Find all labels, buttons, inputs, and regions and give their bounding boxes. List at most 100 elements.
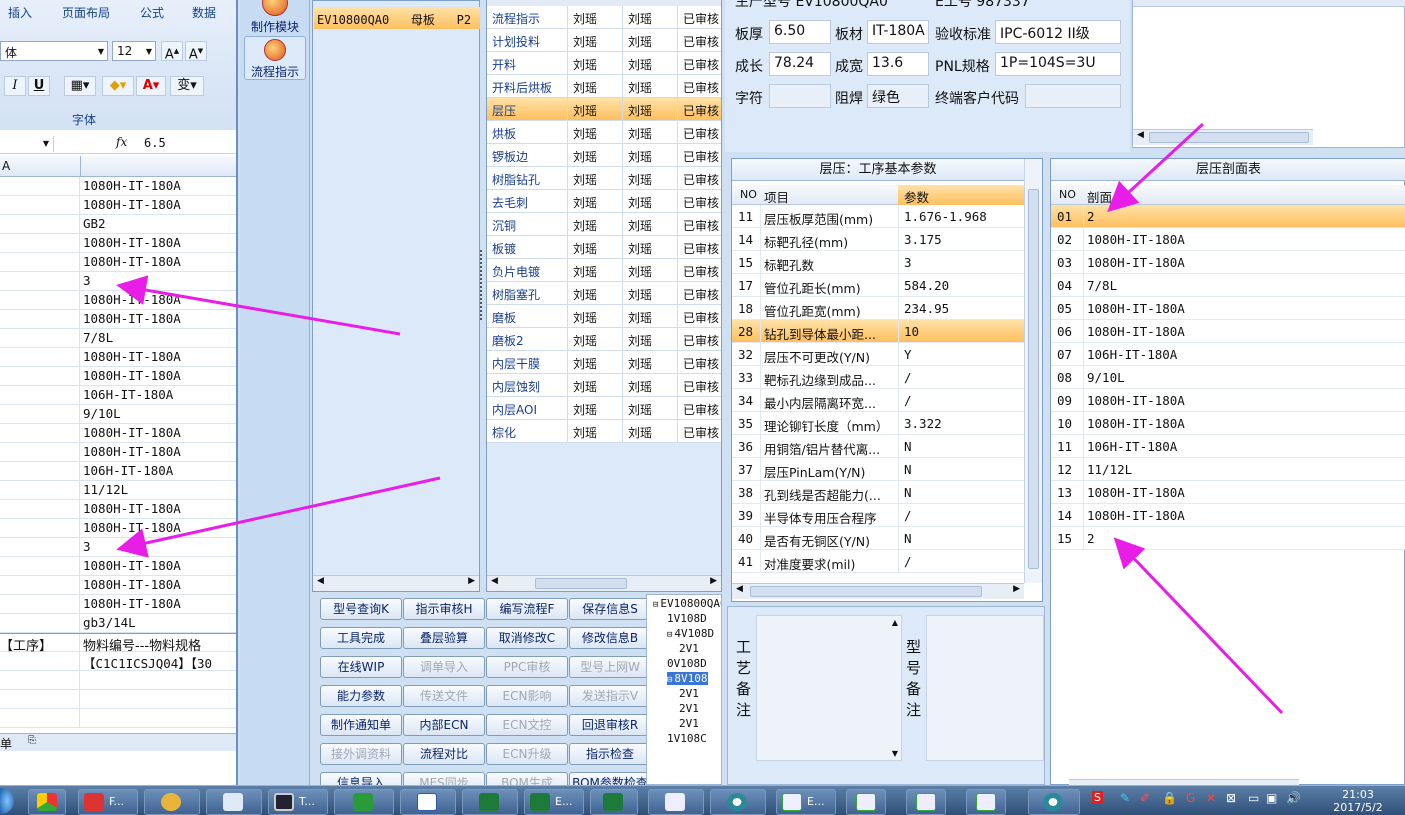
fill-color-button[interactable]: ◆▾: [102, 76, 134, 96]
cell-b[interactable]: 7/8L: [83, 330, 113, 345]
action-button[interactable]: 取消修改C: [486, 627, 568, 649]
table-row[interactable]: 15 标靶孔数 3: [732, 251, 1024, 274]
cell-b[interactable]: 1080H-IT-180A: [83, 178, 181, 193]
table-row[interactable]: 06 1080H-IT-180A: [1051, 320, 1405, 343]
cell-a[interactable]: [0, 500, 80, 519]
taskbar-app-1[interactable]: F...: [78, 789, 138, 815]
font-color-button[interactable]: A▾: [136, 76, 166, 96]
action-button[interactable]: 叠层验算: [403, 627, 485, 649]
list-item[interactable]: 流程指示 刘瑶 刘瑶 已审核: [487, 6, 721, 29]
table-row[interactable]: 36 用铜箔/铝片替代离... N: [732, 435, 1024, 458]
scroll-down-icon[interactable]: ▼: [892, 749, 898, 758]
taskbar-app-3[interactable]: E...: [524, 789, 584, 815]
list-item[interactable]: 烘板 刘瑶 刘瑶 已审核: [487, 121, 721, 144]
table-row[interactable]: 39 半导体专用压合程序 /: [732, 504, 1024, 527]
collapse-icon[interactable]: ⊟: [653, 600, 658, 610]
cell-a[interactable]: [0, 196, 80, 215]
border-button[interactable]: ▦▾: [64, 76, 96, 96]
action-button[interactable]: ECN文控: [486, 714, 568, 736]
action-button[interactable]: 回退审核R: [569, 714, 651, 736]
action-button[interactable]: 型号上网W: [569, 656, 651, 678]
col-no[interactable]: NO: [1059, 188, 1076, 201]
table-row[interactable]: 05 1080H-IT-180A: [1051, 297, 1405, 320]
cell-b[interactable]: 3: [83, 273, 91, 288]
cell-b[interactable]: 9/10L: [83, 406, 121, 421]
cell-a[interactable]: [0, 538, 80, 557]
sheet-tab[interactable]: 单: [0, 735, 12, 752]
list-item[interactable]: 棕化 刘瑶 刘瑶 已审核: [487, 420, 721, 443]
tree-node[interactable]: ⊟ EV10800QA0: [653, 597, 721, 610]
shrink-font-button[interactable]: A▼: [185, 41, 207, 62]
taskbar-app-doc[interactable]: [206, 789, 262, 815]
cell-a[interactable]: [0, 310, 80, 329]
table-row[interactable]: 37 层压PinLam(Y/N) N: [732, 458, 1024, 481]
action-button[interactable]: 流程对比: [403, 743, 485, 765]
action-button[interactable]: 型号查询K: [320, 598, 402, 620]
pc-icon[interactable]: ▣: [1266, 791, 1277, 805]
cell-a[interactable]: [0, 291, 80, 310]
tree-node[interactable]: 2V1: [679, 702, 699, 715]
horizontal-scrollbar[interactable]: ◀ ▶: [732, 583, 1024, 599]
table-row[interactable]: 01 2: [1051, 205, 1405, 228]
collapse-icon[interactable]: ⊟: [667, 675, 672, 685]
col-param[interactable]: 参数: [904, 187, 929, 206]
tree-node[interactable]: 0V108D: [667, 657, 707, 670]
taskbar-app-eye-2[interactable]: [1028, 789, 1080, 815]
craft-remark-textarea[interactable]: ▲ ▼: [756, 615, 902, 761]
table-row[interactable]: 40 是否有无铜区(Y/N) N: [732, 527, 1024, 550]
close-icon[interactable]: ✕: [1206, 791, 1216, 805]
action-button[interactable]: 调单导入: [403, 656, 485, 678]
italic-button[interactable]: I: [4, 76, 26, 96]
table-row[interactable]: 02 1080H-IT-180A: [1051, 228, 1405, 251]
cell-a[interactable]: [0, 253, 80, 272]
table-row[interactable]: 41 对准度要求(mil) /: [732, 550, 1024, 573]
action-button[interactable]: 能力参数: [320, 685, 402, 707]
tree-node[interactable]: ⊟ 8V108: [667, 672, 708, 685]
col-item[interactable]: 项目: [764, 187, 789, 206]
name-box[interactable]: ▼: [0, 136, 54, 152]
cell-b[interactable]: 1080H-IT-180A: [83, 292, 181, 307]
table-row[interactable]: 14 标靶孔径(mm) 3.175: [732, 228, 1024, 251]
cell-a[interactable]: [0, 519, 80, 538]
table-row[interactable]: 32 层压不可更改(Y/N) Y: [732, 343, 1024, 366]
cell-b[interactable]: 1080H-IT-180A: [83, 425, 181, 440]
col-no[interactable]: NO: [740, 188, 757, 201]
ribbon-tab-layout[interactable]: 页面布局: [62, 4, 110, 21]
taskbar-app-excel[interactable]: [462, 789, 518, 815]
table-row[interactable]: 11 106H-IT-180A: [1051, 435, 1405, 458]
table-row[interactable]: 08 9/10L: [1051, 366, 1405, 389]
table-row[interactable]: 33 靶标孔边缘到成品... /: [732, 366, 1024, 389]
list-item[interactable]: 负片电镀 刘瑶 刘瑶 已审核: [487, 259, 721, 282]
cell-a[interactable]: [0, 177, 80, 196]
cell-b[interactable]: gb3/14L: [83, 615, 136, 630]
fx-icon[interactable]: fx: [116, 135, 127, 149]
phonetic-button[interactable]: 变▾: [170, 76, 204, 96]
table-row[interactable]: 14 1080H-IT-180A: [1051, 504, 1405, 527]
table-row[interactable]: 18 管位孔距宽(mm) 234.95: [732, 297, 1024, 320]
tree-node[interactable]: 2V1: [679, 642, 699, 655]
start-button[interactable]: [0, 788, 14, 814]
list-item[interactable]: 树脂钻孔 刘瑶 刘瑶 已审核: [487, 167, 721, 190]
horizontal-scrollbar[interactable]: ◀ ▶: [313, 575, 479, 591]
list-item[interactable]: 计划投料 刘瑶 刘瑶 已审核: [487, 29, 721, 52]
ribbon-tab-formula[interactable]: 公式: [140, 4, 164, 21]
action-button[interactable]: 编写流程F: [486, 598, 568, 620]
cell-b[interactable]: 1080H-IT-180A: [83, 349, 181, 364]
action-button[interactable]: 内部ECN: [403, 714, 485, 736]
cell-b[interactable]: 11/12L: [83, 482, 128, 497]
action-button[interactable]: ECN影响: [486, 685, 568, 707]
make-module-button[interactable]: 制作模块: [244, 0, 306, 35]
solder-mask-field[interactable]: 绿色: [867, 84, 929, 108]
action-button[interactable]: 修改信息B: [569, 627, 651, 649]
table-row[interactable]: 34 最小内层隔离环宽... /: [732, 389, 1024, 412]
cell-a[interactable]: [0, 481, 80, 500]
cell-a[interactable]: [0, 443, 80, 462]
cell-b[interactable]: GB2: [83, 216, 106, 231]
list-item[interactable]: 锣板边 刘瑶 刘瑶 已审核: [487, 144, 721, 167]
action-button[interactable]: 指示审核H: [403, 598, 485, 620]
cell-b[interactable]: 1080H-IT-180A: [83, 235, 181, 250]
action-button[interactable]: 工具完成: [320, 627, 402, 649]
ribbon-tab-data[interactable]: 数据: [192, 4, 216, 21]
material-field[interactable]: IT-180A: [867, 20, 929, 44]
list-item[interactable]: 内层蚀刻 刘瑶 刘瑶 已审核: [487, 374, 721, 397]
